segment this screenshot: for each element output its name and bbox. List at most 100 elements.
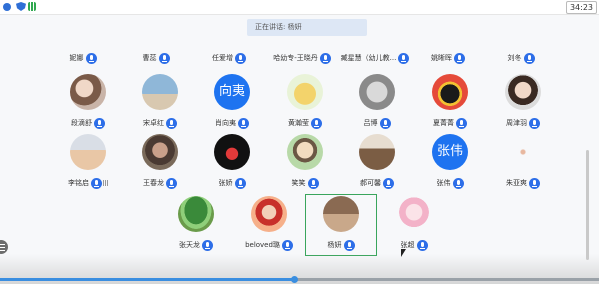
avatar xyxy=(287,134,323,170)
participant-tile[interactable]: 曹蕊 xyxy=(120,47,192,69)
participant-tile[interactable]: 黄瀚莹 xyxy=(269,74,341,134)
participant-tile[interactable]: 姚晰晖 xyxy=(412,47,484,69)
participant-tile[interactable]: 任爱增 xyxy=(193,47,265,69)
participant-tile[interactable]: 妮娜 xyxy=(47,47,119,69)
avatar xyxy=(287,74,323,110)
participant-name: 张伟 xyxy=(436,179,451,187)
participant-tile[interactable]: 张天龙 xyxy=(160,196,232,256)
microphone-icon[interactable] xyxy=(158,52,170,64)
participant-name: 宋卓红 xyxy=(143,119,164,127)
microphone-icon[interactable] xyxy=(452,177,464,189)
microphone-icon[interactable] xyxy=(235,52,246,64)
microphone-icon[interactable] xyxy=(91,177,102,189)
avatar xyxy=(359,134,395,170)
avatar xyxy=(505,74,541,110)
participant-tile[interactable]: 李铭启 xyxy=(52,134,124,194)
participant-tile[interactable]: 宋卓红 xyxy=(124,74,196,134)
avatar xyxy=(214,134,250,170)
participant-name: 王春龙 xyxy=(143,179,164,187)
participant-name: 吕博 xyxy=(363,119,378,127)
participant-tile[interactable]: 向夷 肖向夷 xyxy=(196,74,268,134)
microphone-icon[interactable] xyxy=(85,52,97,64)
participant-name: 肖向夷 xyxy=(215,119,236,127)
volume-icon xyxy=(103,180,108,186)
participant-name: 哈幼专-王晓丹 xyxy=(273,54,318,62)
microphone-icon[interactable] xyxy=(379,117,391,129)
microphone-icon[interactable] xyxy=(202,239,213,251)
participant-name: 妮娜 xyxy=(69,54,84,62)
progress-bar[interactable] xyxy=(0,276,599,283)
participant-tile[interactable]: beloved璐 xyxy=(233,196,305,256)
participant-tile[interactable]: 郝可馨 xyxy=(341,134,413,194)
avatar xyxy=(432,74,468,110)
participant-tile[interactable]: 臧星慧（幼儿教... xyxy=(339,47,411,69)
participant-name: 朱亚爽 xyxy=(506,179,527,187)
participant-name: 段滴舒 xyxy=(71,119,92,127)
participant-name: 黄瀚莹 xyxy=(288,119,309,127)
participant-name: 刘冬 xyxy=(507,54,522,62)
participant-name: 夏菁菁 xyxy=(433,119,454,127)
microphone-icon[interactable] xyxy=(343,239,355,251)
avatar xyxy=(70,74,106,110)
participant-tile[interactable]: 吕博 xyxy=(341,74,413,134)
cursor-icon xyxy=(401,249,406,257)
participant-tile[interactable]: 刘冬 xyxy=(485,47,557,69)
avatar: 向夷 xyxy=(214,74,250,110)
participant-tile[interactable]: 张超 xyxy=(378,196,450,256)
participant-tile[interactable]: 夏菁菁 xyxy=(414,74,486,134)
participant-tile[interactable]: 哈幼专-王晓丹 xyxy=(266,47,338,69)
notification-icon xyxy=(3,3,11,11)
participant-tile[interactable]: 王春龙 xyxy=(124,134,196,194)
avatar xyxy=(505,134,541,170)
microphone-icon[interactable] xyxy=(94,117,105,129)
participant-name: 郝可馨 xyxy=(360,179,381,187)
progress-handle[interactable] xyxy=(290,276,298,283)
avatar xyxy=(178,196,214,232)
participant-tile[interactable]: 段滴舒 xyxy=(52,74,124,134)
participant-name: beloved璐 xyxy=(245,241,280,249)
participant-name: 任爱增 xyxy=(212,54,233,62)
participant-name: 张超 xyxy=(400,241,415,249)
signal-icon xyxy=(28,2,36,11)
microphone-icon[interactable] xyxy=(529,177,540,189)
participant-tile[interactable]: 笑笑 xyxy=(269,134,341,194)
microphone-icon[interactable] xyxy=(416,239,428,251)
scrollbar[interactable] xyxy=(586,150,589,260)
microphone-icon[interactable] xyxy=(166,117,177,129)
participant-tile[interactable]: 朱亚爽 xyxy=(487,134,559,194)
microphone-icon[interactable] xyxy=(398,52,410,64)
participant-tile[interactable]: 张娇 xyxy=(196,134,268,194)
microphone-icon[interactable] xyxy=(456,117,467,129)
microphone-icon[interactable] xyxy=(383,177,394,189)
participant-name: 曹蕊 xyxy=(142,54,157,62)
microphone-icon[interactable] xyxy=(311,117,322,129)
microphone-icon[interactable] xyxy=(166,177,177,189)
participant-tile[interactable]: 杨妍 xyxy=(305,196,377,256)
status-bar: 34:23 xyxy=(0,0,599,15)
microphone-icon[interactable] xyxy=(238,117,249,129)
shield-icon xyxy=(16,2,26,11)
microphone-icon[interactable] xyxy=(529,117,540,129)
microphone-icon[interactable] xyxy=(319,52,331,64)
progress-fill xyxy=(0,278,294,281)
participant-name: 杨妍 xyxy=(327,241,342,249)
avatar xyxy=(70,134,106,170)
avatar xyxy=(323,196,359,232)
avatar xyxy=(142,134,178,170)
meeting-timer: 34:23 xyxy=(565,1,597,14)
menu-icon[interactable] xyxy=(0,240,8,254)
microphone-icon[interactable] xyxy=(523,52,535,64)
participant-name: 周津羽 xyxy=(506,119,527,127)
participant-name: 姚晰晖 xyxy=(431,54,452,62)
microphone-icon[interactable] xyxy=(454,52,465,64)
participant-tile[interactable]: 周津羽 xyxy=(487,74,559,134)
participant-tile[interactable]: 张伟 张伟 xyxy=(414,134,486,194)
participant-name: 张天龙 xyxy=(179,241,200,249)
microphone-icon[interactable] xyxy=(234,177,246,189)
avatar xyxy=(142,74,178,110)
microphone-icon[interactable] xyxy=(281,239,293,251)
participant-name: 笑笑 xyxy=(291,179,306,187)
participant-name: 臧星慧（幼儿教... xyxy=(340,54,397,62)
participant-name: 李铭启 xyxy=(68,179,89,187)
microphone-icon[interactable] xyxy=(307,177,319,189)
